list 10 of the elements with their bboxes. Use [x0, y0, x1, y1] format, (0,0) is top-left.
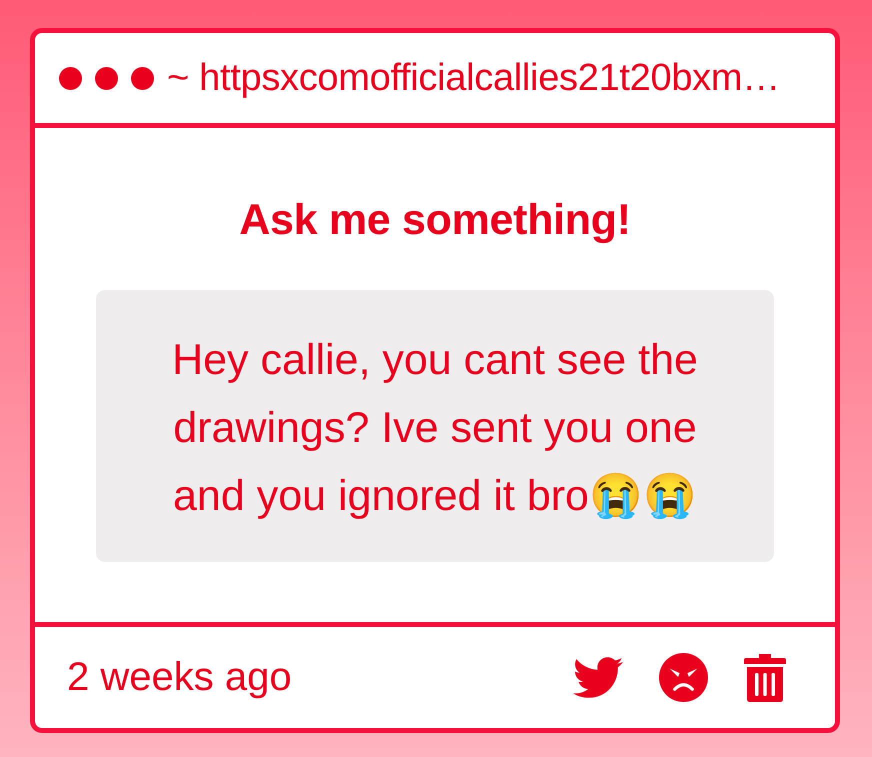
message-text: Hey callie, you cant see the drawings? Ive sent you one and you ignored it bro😭😭	[171, 335, 699, 522]
window-title: ~ httpsxcomofficialcallies21t20bxm…	[167, 56, 780, 100]
dot-icon	[59, 66, 82, 90]
angry-face-icon[interactable]	[659, 653, 708, 702]
dot-icon	[131, 66, 154, 90]
dot-icon	[95, 66, 118, 90]
prompt-heading: Ask me something!	[239, 195, 631, 246]
trash-icon[interactable]	[744, 654, 786, 702]
bird-icon[interactable]	[573, 657, 623, 698]
timestamp: 2 weeks ago	[67, 655, 292, 700]
